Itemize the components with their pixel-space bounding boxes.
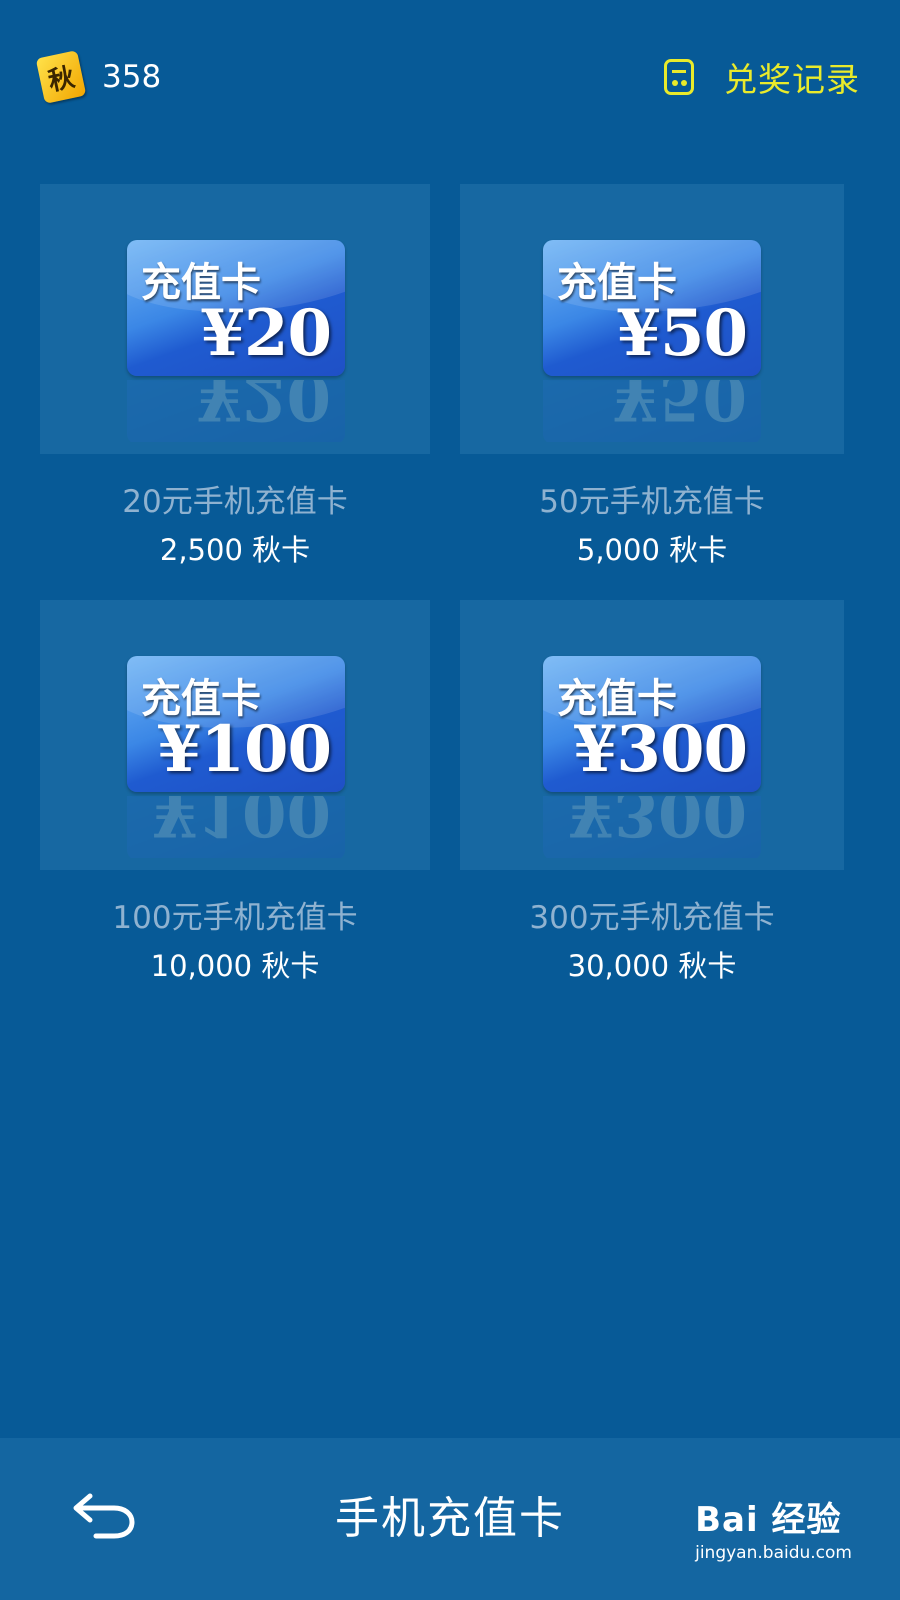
coin-balance: 秋 358 (35, 50, 162, 104)
card-reflection: ¥50 (543, 380, 761, 442)
prepaid-card-graphic: 充值卡 ¥20 (127, 240, 345, 376)
card-image: 充值卡 ¥100 ¥100 (40, 600, 430, 870)
prepaid-card-amount: ¥20 (200, 296, 332, 371)
card-reflection: ¥20 (127, 380, 345, 442)
card-price: 30,000 秋卡 (567, 949, 737, 983)
redeem-records-button[interactable]: 兑奖记录 (664, 52, 860, 102)
card-reflection: ¥300 (543, 796, 761, 858)
card-price: 2,500 秋卡 (159, 533, 311, 567)
coin-icon: 秋 (35, 50, 87, 104)
reflection-amount: ¥50 (613, 380, 747, 434)
card-image: 充值卡 ¥20 ¥20 (40, 184, 430, 454)
reflection-amount: ¥20 (197, 380, 331, 434)
prepaid-card-item[interactable]: 充值卡 ¥300 ¥300 300元手机充值卡 30,000 秋卡 (460, 600, 844, 985)
card-image: 充值卡 ¥300 ¥300 (460, 600, 844, 870)
top-bar: 秋 358 兑奖记录 (0, 0, 900, 150)
prepaid-card-amount: ¥50 (616, 296, 748, 371)
back-button[interactable] (70, 1484, 140, 1544)
card-name: 50元手机充值卡 (539, 484, 765, 520)
card-price: 10,000 秋卡 (150, 949, 320, 983)
back-arrow-icon (73, 1493, 135, 1539)
coin-count: 358 (102, 59, 162, 95)
prepaid-card-graphic: 充值卡 ¥50 (543, 240, 761, 376)
reflection-amount: ¥300 (568, 796, 747, 850)
redeem-records-label: 兑奖记录 (724, 60, 860, 99)
bottom-bar: 手机充值卡 Bai 经验 jingyan.baidu.com (0, 1438, 900, 1600)
prepaid-card-item[interactable]: 充值卡 ¥50 ¥50 50元手机充值卡 5,000 秋卡 (460, 184, 844, 569)
card-name: 300元手机充值卡 (529, 900, 775, 936)
watermark-main: Bai 经验 (695, 1500, 842, 1540)
card-reflection: ¥100 (127, 796, 345, 858)
baidu-jingyan-watermark: Bai 经验 jingyan.baidu.com (695, 1492, 852, 1563)
prepaid-card-amount: ¥300 (572, 712, 748, 787)
prepaid-card-amount: ¥100 (156, 712, 332, 787)
card-image: 充值卡 ¥50 ¥50 (460, 184, 844, 454)
card-price: 5,000 秋卡 (576, 533, 728, 567)
card-name: 100元手机充值卡 (112, 900, 358, 936)
card-name: 20元手机充值卡 (122, 484, 348, 520)
watermark-sub: jingyan.baidu.com (695, 1543, 852, 1563)
coin-icon-glyph: 秋 (45, 62, 78, 97)
prepaid-card-item[interactable]: 充值卡 ¥20 ¥20 20元手机充值卡 2,500 秋卡 (40, 184, 430, 569)
prepaid-card-graphic: 充值卡 ¥300 (543, 656, 761, 792)
records-icon (664, 59, 694, 95)
prepaid-card-item[interactable]: 充值卡 ¥100 ¥100 100元手机充值卡 10,000 秋卡 (40, 600, 430, 985)
prepaid-card-graphic: 充值卡 ¥100 (127, 656, 345, 792)
reflection-amount: ¥100 (152, 796, 331, 850)
